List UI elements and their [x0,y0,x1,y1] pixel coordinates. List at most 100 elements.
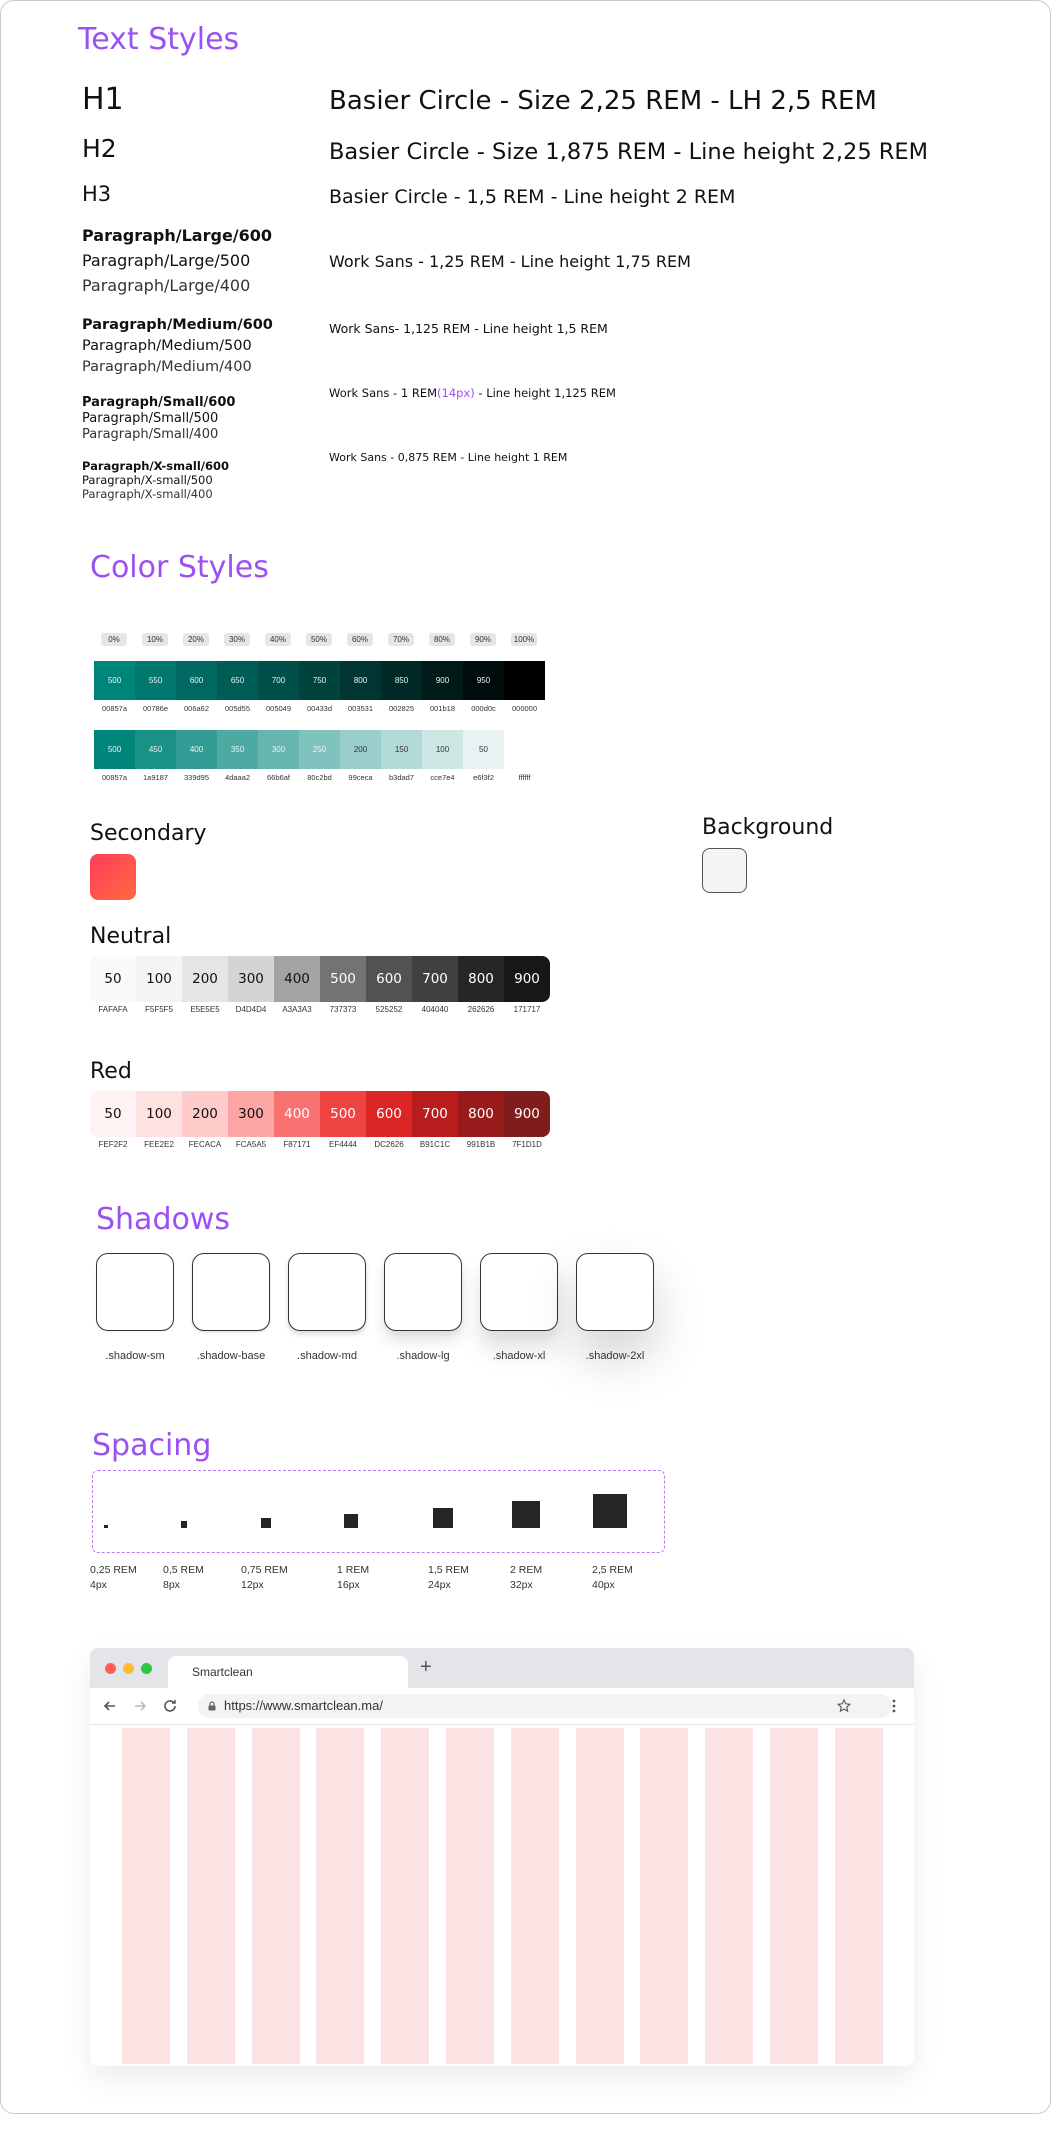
grid-column [510,1728,559,2064]
opacity-tag: 70% [388,633,414,646]
shadow-sample-box [576,1253,654,1331]
opacity-tag: 0% [101,633,127,646]
spacing-frame [92,1470,665,1553]
secondary-title: Secondary [90,821,207,846]
neutral-swatch: 800 [458,956,504,1002]
spacing-px-label: 8px [163,1579,180,1591]
primary-swatch: 850 [381,661,422,700]
neutral-title: Neutral [90,924,172,949]
neutral-hex: E5E5E5 [190,1005,220,1014]
neutral-swatch: 400 [274,956,320,1002]
minimize-window-icon[interactable] [123,1663,134,1674]
primary-swatch: 500 [94,730,135,769]
red-hex: FEF2F2 [98,1140,128,1149]
style-desc-p-xsmall: Work Sans - 0,875 REM - Line height 1 RE… [329,451,568,464]
primary-swatch: 300 [258,730,299,769]
opacity-tag: 30% [224,633,250,646]
red-hex: 7F1D1D [512,1140,542,1149]
reload-icon[interactable] [162,1698,178,1714]
style-name-h1: H1 [82,82,124,117]
style-name-p-large-600: Paragraph/Large/600 [82,226,273,245]
primary-swatch: 650 [217,661,258,700]
shadow-sample-box [192,1253,270,1331]
primary-hex: cce7e4 [430,773,455,782]
red-hex: EF4444 [328,1140,358,1149]
primary-hex: 00857a [101,704,128,713]
spacing-rem-label: 1,5 REM [428,1564,469,1576]
red-hex: 991B1B [466,1140,496,1149]
spacing-square [104,1524,108,1528]
neutral-swatch: 100 [136,956,182,1002]
red-title: Red [90,1059,132,1084]
primary-hex: 99ceca [348,773,373,782]
primary-swatch: 900 [422,661,463,700]
spacing-square [344,1514,358,1528]
primary-hex: 4daaa2 [224,773,251,782]
primary-hex: 1a9187 [142,773,169,782]
opacity-tag: 50% [306,633,332,646]
spacing-px-label: 40px [592,1579,615,1591]
style-name-p-small-400: Paragraph/Small/400 [82,427,219,442]
spacing-rem-label: 0,75 REM [241,1564,288,1576]
forward-icon[interactable] [132,1698,148,1714]
opacity-tag: 20% [183,633,209,646]
grid-column [381,1728,430,2064]
style-name-p-medium-500: Paragraph/Medium/500 [82,338,252,354]
browser-tab[interactable]: Smartclean [168,1656,408,1688]
maximize-window-icon[interactable] [141,1663,152,1674]
neutral-hex: 262626 [467,1005,495,1014]
primary-hex: 006a62 [183,704,210,713]
spacing-rem-label: 2,5 REM [592,1564,633,1576]
close-window-icon[interactable] [105,1663,116,1674]
spacing-square [180,1521,188,1528]
primary-hex: 002825 [388,704,415,713]
neutral-hex: 737373 [329,1005,357,1014]
star-icon[interactable] [836,1698,852,1714]
address-bar[interactable]: https://www.smartclean.ma/ [198,1694,892,1718]
shadow-label: .shadow-sm [105,1350,165,1362]
style-desc-h1: Basier Circle - Size 2,25 REM - LH 2,5 R… [329,86,877,116]
style-name-p-large-500: Paragraph/Large/500 [82,251,251,270]
back-icon[interactable] [102,1698,118,1714]
primary-hex: 80c2bd [307,773,332,782]
red-swatch: 400 [274,1091,320,1137]
neutral-swatch: 50 [90,956,136,1002]
neutral-swatch: 600 [366,956,412,1002]
neutral-swatch: 900 [504,956,550,1002]
shadow-label: .shadow-xl [492,1350,546,1362]
style-name-h3: H3 [82,182,112,206]
shadow-label: .shadow-md [297,1350,357,1362]
tab-title: Smartclean [192,1665,253,1679]
red-hex: FEE2E2 [144,1140,174,1149]
primary-swatch: 800 [340,661,381,700]
red-swatch: 50 [90,1091,136,1137]
primary-swatch [504,661,545,700]
grid-column [834,1728,883,2064]
spacing-square [512,1500,540,1528]
primary-hex: 005049 [265,704,292,713]
opacity-tag: 90% [470,633,496,646]
primary-swatch: 50 [463,730,504,769]
shadow-sample-box [384,1253,462,1331]
red-swatch: 700 [412,1091,458,1137]
grid-column [640,1728,689,2064]
spacing-px-label: 12px [241,1579,264,1591]
grid-column [705,1728,754,2064]
opacity-tag: 100% [511,633,537,646]
style-name-p-medium-600: Paragraph/Medium/600 [82,317,273,333]
primary-swatch: 150 [381,730,422,769]
red-hex: B91C1C [419,1140,451,1149]
grid-column [316,1728,365,2064]
primary-swatch: 400 [176,730,217,769]
style-desc-p-small-pre: Work Sans - 1 REM [329,386,438,400]
primary-hex: e6f3f2 [473,773,494,782]
new-tab-button[interactable]: + [420,1657,432,1677]
lock-icon [208,1701,216,1711]
primary-hex: 005d55 [224,704,251,713]
spacing-square [593,1494,627,1528]
spacing-square [432,1507,454,1528]
primary-swatch: 450 [135,730,176,769]
menu-icon[interactable] [886,1698,902,1714]
url-text: https://www.smartclean.ma/ [224,1698,383,1713]
spacing-rem-label: 1 REM [337,1564,370,1576]
